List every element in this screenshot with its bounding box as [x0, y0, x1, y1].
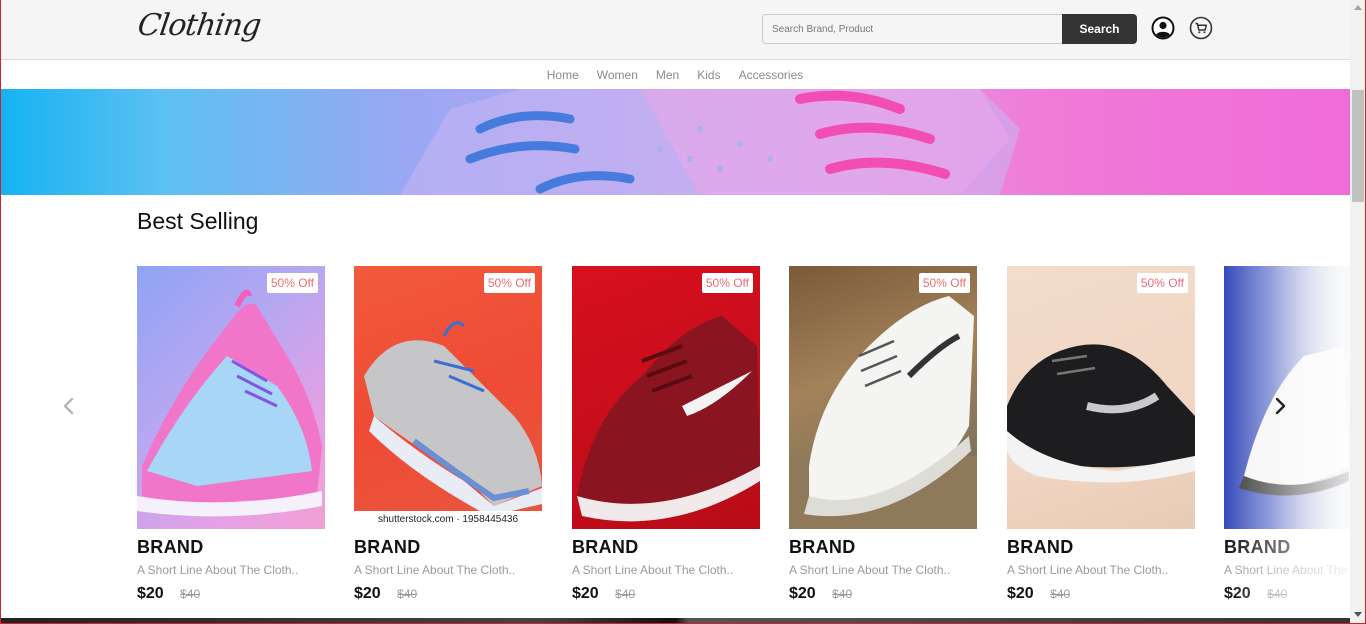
- product-prices: $20 $40: [572, 585, 760, 603]
- section-title-best-selling: Best Selling: [137, 208, 259, 234]
- product-description: A Short Line About The Cloth..: [572, 563, 734, 577]
- discount-badge: 50% Off: [918, 273, 970, 293]
- product-brand[interactable]: BRAND: [1007, 537, 1195, 558]
- product-carousel: 50% Off BRAND A Short Line About The Clo…: [0, 266, 1350, 606]
- product-description: A Short Line About The Cloth..: [1007, 563, 1169, 577]
- shopping-cart-icon[interactable]: [1189, 16, 1213, 40]
- page-scrollbar[interactable]: [1350, 0, 1366, 624]
- product-price: $20: [137, 585, 164, 602]
- product-image[interactable]: 50% Off: [1007, 266, 1195, 529]
- nav-item-home[interactable]: Home: [538, 61, 588, 89]
- product-card[interactable]: 50% Off BRAND A Short Line About The Clo…: [1007, 266, 1195, 603]
- next-section-preview: [0, 618, 1350, 624]
- chevron-right-icon: [1275, 397, 1286, 415]
- product-description: A Short Line About The Cloth..: [137, 563, 299, 577]
- search-input[interactable]: [762, 14, 1063, 44]
- discount-badge: 50% Off: [266, 273, 318, 293]
- product-card[interactable]: BRAND A Short Line About The Cloth.. $20…: [1224, 266, 1350, 603]
- pink-blue-sneaker-image: [137, 289, 322, 517]
- main-nav: Home Women Men Kids Accessories: [0, 61, 1350, 89]
- nav-item-kids[interactable]: Kids: [688, 61, 729, 89]
- product-description: A Short Line About The Cloth..: [1224, 563, 1350, 577]
- product-image[interactable]: shutterstock.com · 1958445436 50% Off: [354, 266, 542, 529]
- hero-sneaker-image: [400, 89, 1020, 195]
- product-brand[interactable]: BRAND: [789, 537, 977, 558]
- product-card[interactable]: shutterstock.com · 1958445436 50% Off BR…: [354, 266, 542, 603]
- product-old-price: $40: [1267, 587, 1288, 601]
- user-circle-icon[interactable]: [1151, 16, 1175, 40]
- header: Clothing Search: [0, 0, 1350, 60]
- product-price: $20: [572, 585, 599, 602]
- nav-item-men[interactable]: Men: [647, 61, 688, 89]
- product-old-price: $40: [1050, 587, 1071, 601]
- product-old-price: $40: [397, 587, 418, 601]
- product-card[interactable]: 50% Off BRAND A Short Line About The Clo…: [137, 266, 325, 603]
- logo[interactable]: Clothing: [136, 8, 263, 43]
- search-button[interactable]: Search: [1062, 14, 1137, 44]
- nav-item-accessories[interactable]: Accessories: [730, 61, 813, 89]
- product-brand[interactable]: BRAND: [354, 537, 542, 558]
- product-prices: $20 $40: [354, 585, 542, 603]
- grey-running-shoe-image: [364, 321, 542, 516]
- discount-badge: 50% Off: [1136, 273, 1188, 293]
- hero-banner[interactable]: [0, 89, 1350, 195]
- carousel-next-button[interactable]: [1270, 396, 1290, 416]
- carousel-prev-button[interactable]: [59, 396, 79, 416]
- search-bar: Search: [762, 14, 1137, 44]
- product-card[interactable]: 50% Off BRAND A Short Line About The Clo…: [789, 266, 977, 603]
- product-price: $20: [1007, 585, 1034, 602]
- product-old-price: $40: [180, 587, 201, 601]
- product-brand[interactable]: BRAND: [1224, 537, 1350, 558]
- nav-item-women[interactable]: Women: [588, 61, 647, 89]
- image-caption: shutterstock.com · 1958445436: [354, 511, 542, 529]
- product-prices: $20 $40: [1224, 585, 1350, 603]
- product-card[interactable]: 50% Off BRAND A Short Line About The Clo…: [572, 266, 760, 603]
- product-description: A Short Line About The Cloth..: [354, 563, 516, 577]
- black-running-shoe-image: [1007, 344, 1195, 483]
- chevron-left-icon: [63, 397, 74, 415]
- product-prices: $20 $40: [137, 585, 325, 603]
- product-brand[interactable]: BRAND: [572, 537, 760, 558]
- product-prices: $20 $40: [1007, 585, 1195, 603]
- product-price: $20: [354, 585, 381, 602]
- product-prices: $20 $40: [789, 585, 977, 603]
- scroll-down-arrow-icon[interactable]: [1354, 612, 1362, 617]
- red-nike-shoe-image: [577, 316, 760, 522]
- product-old-price: $40: [832, 587, 853, 601]
- product-image[interactable]: 50% Off: [789, 266, 977, 529]
- discount-badge: 50% Off: [483, 273, 535, 293]
- discount-badge: 50% Off: [701, 273, 753, 293]
- scroll-thumb[interactable]: [1352, 90, 1364, 202]
- product-price: $20: [1224, 585, 1251, 602]
- product-old-price: $40: [615, 587, 636, 601]
- white-sneaker-image: [789, 296, 977, 529]
- product-description: A Short Line About The Cloth..: [789, 563, 951, 577]
- product-image[interactable]: 50% Off: [572, 266, 760, 529]
- product-price: $20: [789, 585, 816, 602]
- scroll-up-arrow-icon[interactable]: [1354, 5, 1362, 10]
- product-image[interactable]: 50% Off: [137, 266, 325, 529]
- product-brand[interactable]: BRAND: [137, 537, 325, 558]
